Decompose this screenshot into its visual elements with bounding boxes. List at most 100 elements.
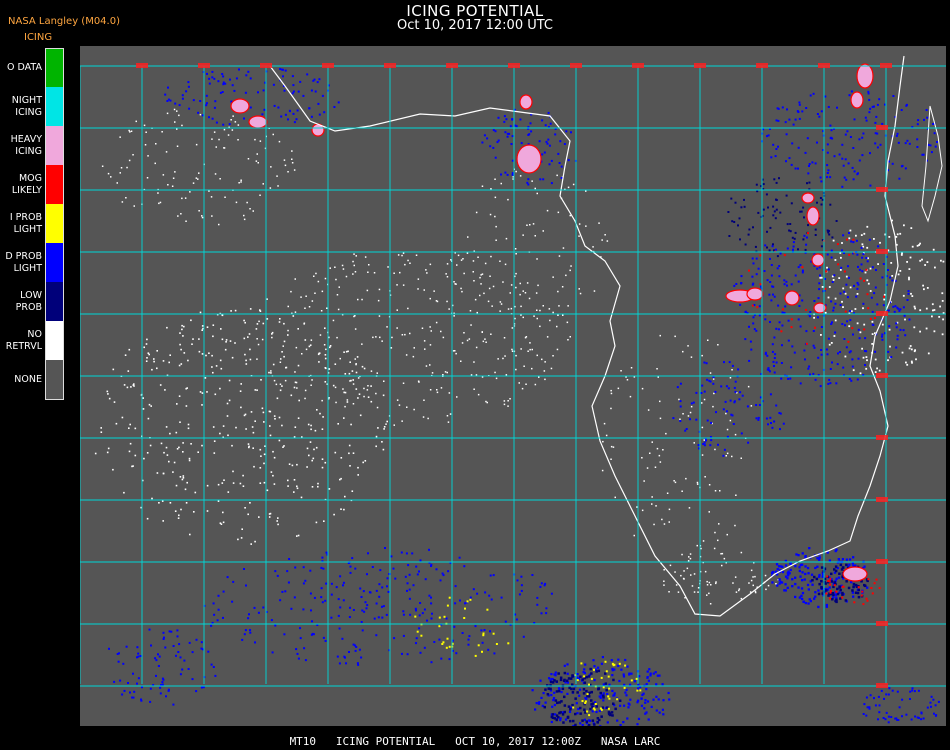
cloud-pixel: [910, 292, 912, 295]
cloud-pixel: [876, 103, 879, 106]
cloud-pixel: [187, 423, 190, 426]
cloud-pixel: [129, 423, 131, 426]
cloud-pixel: [783, 283, 786, 286]
cloud-pixel: [320, 566, 323, 569]
cloud-pixel: [378, 288, 381, 291]
cloud-pixel: [320, 596, 323, 599]
cloud-pixel: [544, 124, 547, 127]
cloud-pixel: [259, 482, 262, 484]
cloud-pixel: [540, 582, 543, 585]
cloud-pixel: [862, 302, 865, 305]
cloud-pixel: [807, 224, 809, 227]
cloud-pixel: [863, 323, 866, 326]
cloud-pixel: [531, 367, 533, 370]
cloud-pixel: [480, 283, 482, 285]
cloud-pixel: [352, 403, 355, 405]
cloud-pixel: [561, 687, 565, 691]
cloud-pixel: [909, 256, 912, 259]
heavy-icing-area: [850, 91, 864, 109]
cloud-pixel: [510, 143, 513, 145]
cloud-pixel: [505, 374, 508, 376]
cloud-pixel: [812, 92, 815, 95]
cloud-pixel: [765, 588, 767, 591]
cloud-pixel: [727, 211, 730, 213]
cloud-pixel: [832, 306, 835, 309]
cloud-pixel: [790, 163, 793, 166]
cloud-pixel: [623, 704, 626, 707]
cloud-pixel: [842, 366, 845, 369]
cloud-pixel: [833, 335, 836, 337]
cloud-pixel: [429, 364, 431, 366]
cloud-pixel: [180, 363, 183, 365]
cloud-pixel: [735, 283, 738, 285]
cloud-pixel: [260, 455, 262, 457]
cloud-pixel: [604, 672, 607, 675]
cloud-pixel: [481, 331, 483, 333]
cloud-pixel: [310, 384, 312, 386]
cloud-pixel: [169, 99, 172, 102]
cloud-pixel: [188, 457, 191, 460]
cloud-pixel: [201, 216, 204, 219]
cloud-pixel: [794, 118, 797, 121]
cloud-pixel: [767, 134, 770, 137]
cloud-pixel: [808, 547, 811, 550]
cloud-pixel: [775, 404, 778, 407]
cloud-pixel: [590, 690, 593, 694]
cloud-pixel: [735, 494, 737, 496]
cloud-pixel: [709, 380, 712, 383]
cloud-pixel: [317, 485, 319, 488]
cloud-pixel: [770, 422, 772, 424]
cloud-pixel: [787, 377, 790, 380]
cloud-pixel: [113, 680, 116, 683]
cloud-pixel: [616, 719, 619, 722]
cloud-pixel: [156, 350, 158, 352]
cloud-pixel: [279, 68, 282, 70]
cloud-pixel: [572, 724, 575, 726]
cloud-pixel: [563, 695, 566, 699]
cloud-pixel: [334, 451, 337, 454]
cloud-pixel: [276, 520, 278, 522]
cloud-pixel: [846, 296, 849, 299]
cloud-pixel: [490, 255, 492, 258]
cloud-pixel: [311, 486, 314, 488]
cloud-pixel: [466, 252, 469, 254]
cloud-pixel: [874, 371, 877, 373]
cloud-pixel: [708, 511, 710, 513]
cloud-pixel: [448, 596, 451, 599]
cloud-pixel: [572, 183, 575, 186]
legend-item-label: NO RETRVL: [0, 321, 42, 360]
cloud-pixel: [704, 570, 707, 573]
cloud-pixel: [310, 609, 312, 612]
cloud-pixel: [504, 263, 507, 266]
cloud-pixel: [262, 89, 265, 92]
cloud-pixel: [216, 619, 219, 622]
cloud-pixel: [310, 428, 312, 431]
cloud-pixel: [454, 585, 457, 588]
cloud-pixel: [764, 244, 767, 247]
cloud-pixel: [933, 330, 936, 333]
cloud-pixel: [654, 466, 657, 468]
cloud-pixel: [829, 203, 832, 206]
cloud-pixel: [280, 115, 283, 118]
cloud-pixel: [422, 416, 425, 418]
cloud-pixel: [354, 649, 357, 652]
cloud-pixel: [796, 110, 799, 113]
cloud-pixel: [798, 566, 801, 569]
cloud-pixel: [262, 411, 265, 414]
cloud-pixel: [920, 712, 923, 715]
cloud-pixel: [500, 173, 502, 176]
cloud-pixel: [552, 311, 554, 314]
cloud-pixel: [693, 573, 696, 575]
cloud-pixel: [293, 386, 296, 389]
cloud-pixel: [531, 689, 534, 692]
cloud-pixel: [883, 295, 885, 298]
cloud-pixel: [273, 483, 276, 485]
cloud-pixel: [817, 605, 820, 609]
cloud-pixel: [496, 141, 499, 144]
cloud-pixel: [751, 304, 754, 307]
cloud-pixel: [817, 356, 820, 359]
cloud-pixel: [256, 323, 259, 325]
cloud-pixel: [801, 266, 804, 269]
cloud-pixel: [279, 383, 282, 385]
map-canvas: [80, 46, 946, 726]
